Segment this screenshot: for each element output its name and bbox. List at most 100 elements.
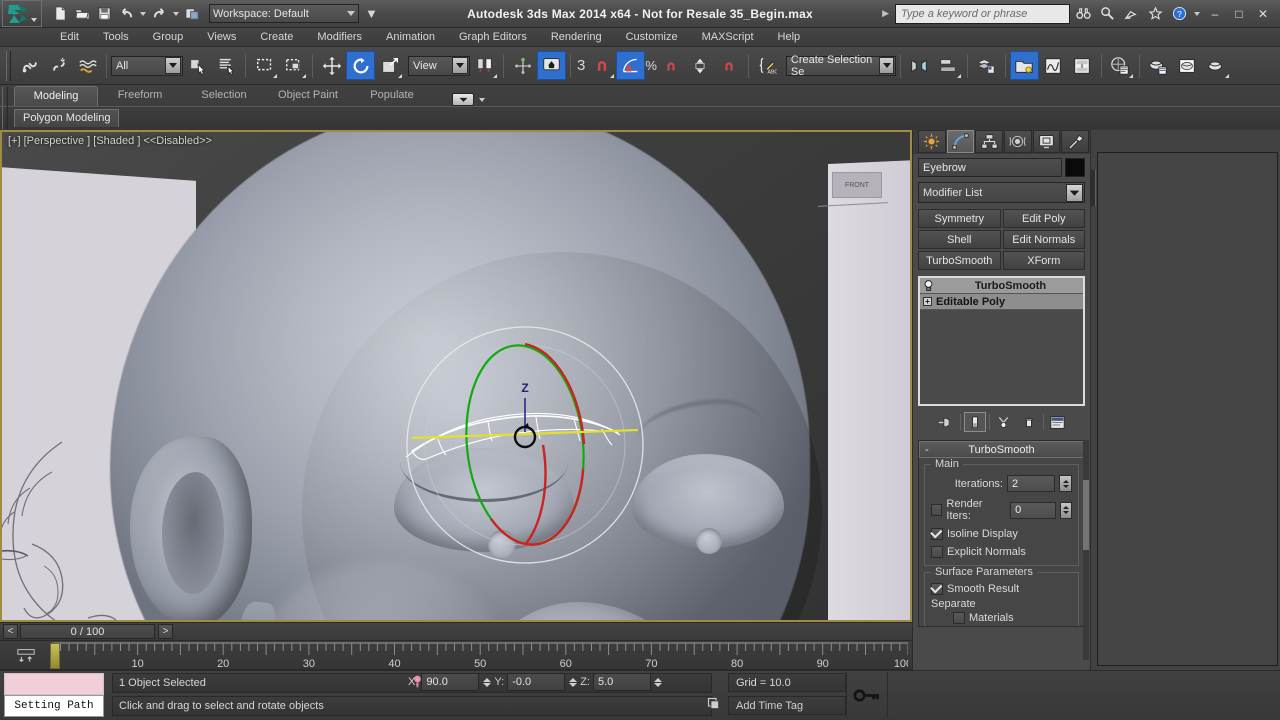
key-mode-toggle-icon[interactable] — [846, 672, 888, 718]
toolbar-grip[interactable] — [6, 50, 11, 81]
utilities-tab[interactable] — [1061, 130, 1090, 153]
y-coord-spinner[interactable] — [567, 673, 578, 691]
stack-item-editable-poly[interactable]: + Editable Poly — [920, 294, 1083, 310]
modifier-button-xform[interactable]: XForm — [1002, 251, 1085, 270]
modifier-stack[interactable]: TurboSmooth + Editable Poly — [918, 276, 1085, 406]
iterations-field[interactable]: 2 — [1007, 475, 1055, 492]
modifier-button-shell[interactable]: Shell — [918, 230, 1001, 249]
hierarchy-tab[interactable] — [975, 130, 1004, 153]
remove-modifier-icon[interactable] — [1018, 412, 1040, 432]
snaps-toggle-icon[interactable] — [587, 51, 616, 80]
satellite-icon[interactable] — [1120, 3, 1142, 25]
ribbon-options-caret-icon[interactable] — [479, 97, 485, 102]
menu-modifiers[interactable]: Modifiers — [305, 28, 374, 47]
render-setup-icon[interactable] — [1144, 51, 1173, 80]
select-object-icon[interactable] — [183, 51, 212, 80]
command-panel-scrollbar-thumb[interactable] — [1083, 480, 1089, 550]
use-pivot-center-icon[interactable] — [470, 51, 499, 80]
modifier-button-edit-normals[interactable]: Edit Normals — [1002, 230, 1085, 249]
application-menu-button[interactable] — [2, 0, 42, 27]
open-file-icon[interactable] — [72, 3, 93, 24]
display-tab[interactable] — [1032, 130, 1061, 153]
redo-dropdown-caret-icon[interactable] — [173, 11, 179, 16]
open-mini-curve-editor-icon[interactable] — [14, 646, 38, 666]
menu-group[interactable]: Group — [141, 28, 196, 47]
expand-plus-icon[interactable]: + — [923, 297, 932, 306]
iterations-spinner[interactable] — [1059, 475, 1072, 492]
menu-graph-editors[interactable]: Graph Editors — [447, 28, 539, 47]
menu-maxscript[interactable]: MAXScript — [690, 28, 766, 47]
light-bulb-icon[interactable] — [923, 279, 934, 292]
object-name-field[interactable]: Eyebrow — [918, 158, 1062, 177]
modifier-list-dropdown[interactable]: Modifier List — [918, 182, 1085, 203]
modifier-list-caret-icon[interactable] — [1066, 183, 1083, 202]
spinner-snap-magnet-icon[interactable] — [715, 51, 744, 80]
explicit-normals-checkbox[interactable] — [931, 546, 943, 558]
viewport-label[interactable]: [+] [Perspective ] [Shaded ] <<Disabled>… — [8, 135, 212, 147]
materials-checkbox[interactable] — [953, 612, 965, 624]
previous-frame-arrow[interactable]: < — [3, 624, 18, 639]
rollout-collapse-icon[interactable]: - — [925, 444, 929, 456]
ribbon-grip[interactable] — [2, 87, 8, 129]
schematic-view-icon[interactable] — [1068, 51, 1097, 80]
tab-populate[interactable]: Populate — [350, 86, 434, 106]
next-frame-arrow[interactable]: > — [158, 624, 173, 639]
modifier-button-turbosmooth[interactable]: TurboSmooth — [918, 251, 1001, 270]
rendered-frame-window-icon[interactable] — [1173, 51, 1202, 80]
maxscript-mini-listener-input[interactable]: Setting Path — [4, 695, 104, 717]
motion-tab[interactable] — [1004, 130, 1032, 153]
turbosmooth-rollout-header[interactable]: - TurboSmooth — [919, 441, 1084, 458]
track-bar[interactable]: 10 20 30 40 50 60 70 80 90 100 — [0, 640, 912, 670]
new-file-icon[interactable] — [50, 3, 71, 24]
select-and-link-icon[interactable] — [15, 51, 44, 80]
x-coord-field[interactable]: 90.0 — [421, 673, 480, 691]
panel-polygon-modeling[interactable]: Polygon Modeling — [14, 109, 120, 127]
material-editor-icon[interactable] — [1106, 51, 1135, 80]
align-icon[interactable] — [934, 51, 963, 80]
menu-views[interactable]: Views — [195, 28, 248, 47]
z-coord-field[interactable]: 5.0 — [592, 673, 651, 691]
help-dropdown-caret-icon[interactable] — [1194, 11, 1200, 16]
ribbon-minimize-group[interactable] — [452, 93, 487, 106]
maxscript-mini-listener-output[interactable] — [4, 673, 104, 695]
binoculars-icon[interactable] — [1072, 3, 1094, 25]
tab-selection[interactable]: Selection — [182, 86, 266, 106]
undo-dropdown-caret-icon[interactable] — [140, 11, 146, 16]
named-selection-set-caret-icon[interactable] — [879, 57, 894, 74]
x-coord-spinner[interactable] — [481, 673, 492, 691]
select-and-manipulate-icon[interactable] — [508, 51, 537, 80]
tab-object-paint[interactable]: Object Paint — [266, 86, 350, 106]
star-icon[interactable] — [1144, 3, 1166, 25]
menu-create[interactable]: Create — [248, 28, 305, 47]
menu-customize[interactable]: Customize — [614, 28, 690, 47]
rotate-gizmo[interactable]: Z — [400, 320, 650, 570]
stack-item-turbosmooth[interactable]: TurboSmooth — [920, 278, 1083, 294]
select-by-name-icon[interactable] — [212, 51, 241, 80]
window-crossing-icon[interactable] — [279, 51, 308, 80]
search-input[interactable]: Type a keyword or phrase — [895, 3, 1070, 24]
render-iters-checkbox[interactable] — [930, 504, 943, 516]
reference-coordinate-caret-icon[interactable] — [452, 57, 468, 74]
pin-stack-icon[interactable] — [935, 412, 957, 432]
select-and-scale-icon[interactable] — [375, 51, 404, 80]
time-tag-icon[interactable] — [706, 696, 721, 714]
render-production-icon[interactable] — [1202, 51, 1231, 80]
time-slider-handle[interactable] — [50, 643, 60, 669]
modifier-button-edit-poly[interactable]: Edit Poly — [1002, 209, 1085, 228]
project-folder-icon[interactable] — [182, 3, 203, 24]
workspace-caret-icon[interactable] — [347, 11, 355, 16]
menu-edit[interactable]: Edit — [48, 28, 91, 47]
keyboard-shortcut-override-icon[interactable] — [537, 51, 566, 80]
add-time-tag-button[interactable]: Add Time Tag — [728, 696, 846, 715]
rectangular-select-region-icon[interactable] — [250, 51, 279, 80]
ribbon-minimize-icon[interactable] — [452, 93, 474, 106]
right-panel-grip[interactable] — [1091, 170, 1096, 206]
menu-animation[interactable]: Animation — [374, 28, 447, 47]
command-panel-scrollbar[interactable] — [1083, 440, 1089, 660]
tab-modeling[interactable]: Modeling — [14, 86, 98, 106]
selection-filter-caret-icon[interactable] — [165, 57, 181, 74]
select-and-rotate-icon[interactable] — [346, 51, 375, 80]
minimize-button[interactable]: – — [1204, 4, 1226, 24]
layer-manager-icon[interactable] — [972, 51, 1001, 80]
spinner-snap-toggle-icon[interactable] — [686, 51, 715, 80]
